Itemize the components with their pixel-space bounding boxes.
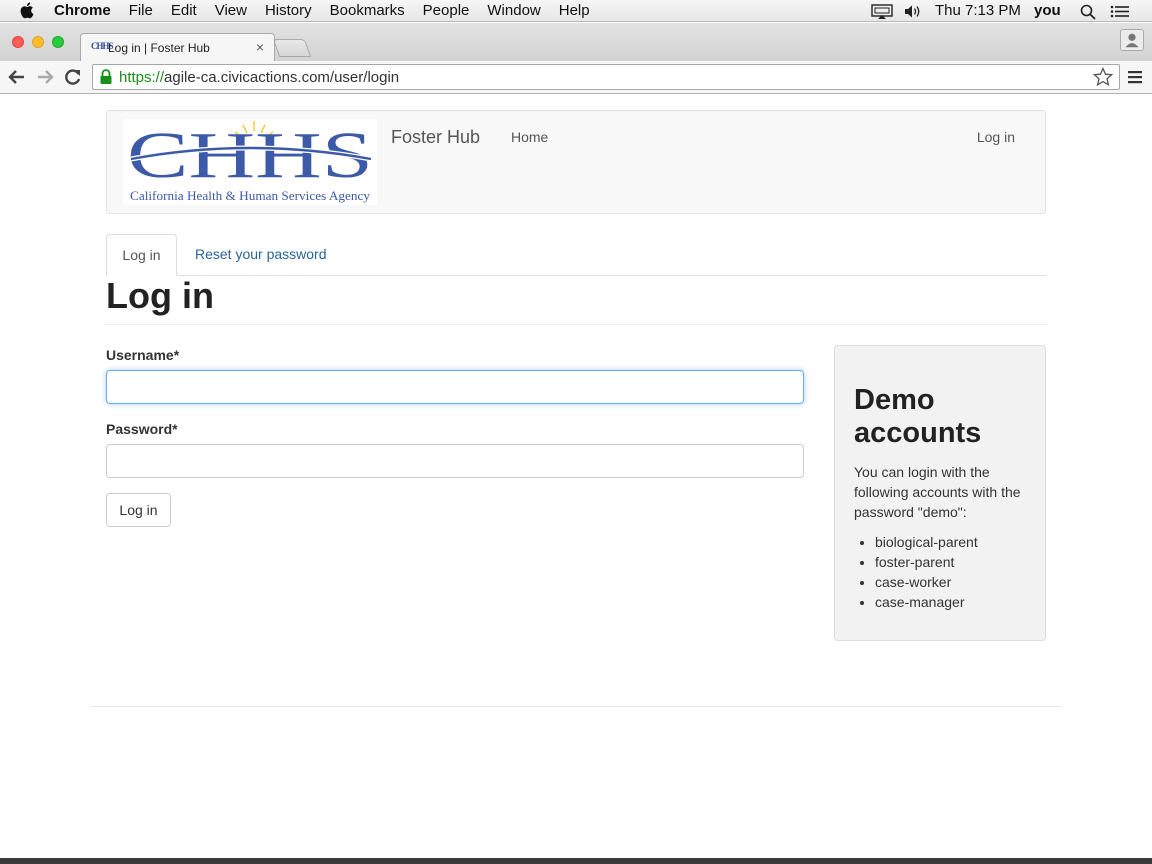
page-viewport: CHHS California Health & Human Services … [0, 95, 1152, 858]
tab-close-icon[interactable]: × [256, 39, 264, 55]
tab-title: Log in | Foster Hub [108, 41, 210, 55]
address-bar[interactable]: https://agile-ca.civicactions.com/user/l… [92, 64, 1120, 90]
menu-history[interactable]: History [265, 0, 312, 22]
password-label: Password* [106, 421, 178, 437]
menu-file[interactable]: File [129, 0, 153, 22]
menu-bookmarks[interactable]: Bookmarks [330, 0, 405, 22]
site-header: CHHS California Health & Human Services … [106, 110, 1046, 214]
url-text: https://agile-ca.civicactions.com/user/l… [119, 69, 399, 86]
site-name-link[interactable]: Foster Hub [391, 127, 480, 148]
chhs-logo[interactable]: CHHS California Health & Human Services … [123, 119, 377, 205]
list-item: biological-parent [875, 532, 978, 552]
list-item: case-worker [875, 572, 978, 592]
menubar-user[interactable]: you [1034, 0, 1061, 22]
window-minimize-button[interactable] [32, 36, 44, 48]
browser-toolbar: https://agile-ca.civicactions.com/user/l… [0, 61, 1152, 94]
macos-menu-bar: Chrome File Edit View History Bookmarks … [0, 0, 1152, 22]
browser-tab-active[interactable]: CHHS Log in | Foster Hub × [80, 33, 275, 61]
forward-arrow-icon[interactable] [35, 67, 55, 87]
browser-tab-strip: CHHS Log in | Foster Hub × [0, 23, 1152, 61]
profile-avatar-icon[interactable] [1120, 29, 1144, 51]
window-close-button[interactable] [12, 36, 24, 48]
url-path: agile-ca.civicactions.com/user/login [164, 69, 400, 86]
password-input[interactable] [106, 444, 804, 478]
footer-divider [91, 706, 1061, 707]
notification-center-icon[interactable] [1110, 5, 1130, 18]
local-tasks-tabs: Log in Reset your password [106, 234, 1046, 276]
logo-caption: California Health & Human Services Agenc… [130, 188, 370, 203]
url-scheme: https:// [119, 69, 165, 86]
tab-reset-password[interactable]: Reset your password [195, 234, 327, 276]
menu-edit[interactable]: Edit [171, 0, 197, 22]
menu-view[interactable]: View [215, 0, 247, 22]
volume-icon[interactable] [903, 4, 923, 19]
username-input[interactable] [106, 370, 804, 404]
spotlight-search-icon[interactable] [1080, 4, 1096, 20]
login-submit-button[interactable]: Log in [106, 493, 171, 527]
chrome-menu-icon[interactable] [1126, 68, 1144, 86]
demo-accounts-panel: Demo accounts You can login with the fol… [834, 345, 1046, 641]
window-bottom-edge [0, 858, 1152, 864]
new-tab-button[interactable] [272, 39, 312, 57]
demo-accounts-title: Demo accounts [854, 384, 982, 449]
nav-login-link[interactable]: Log in [977, 129, 1015, 145]
menu-app-chrome[interactable]: Chrome [54, 0, 111, 22]
menu-people[interactable]: People [423, 0, 470, 22]
tab-log-in[interactable]: Log in [106, 234, 177, 276]
list-item: foster-parent [875, 552, 978, 572]
page-title: Log in [106, 275, 214, 316]
menu-window[interactable]: Window [487, 0, 540, 22]
menu-help[interactable]: Help [559, 0, 590, 22]
apple-menu-icon[interactable] [20, 1, 36, 19]
bookmark-star-icon[interactable] [1093, 67, 1113, 87]
airplay-display-icon[interactable] [870, 4, 894, 20]
username-label: Username* [106, 347, 180, 363]
demo-accounts-list: biological-parent foster-parent case-wor… [875, 532, 978, 612]
list-item: case-manager [875, 592, 978, 612]
title-divider [106, 324, 1046, 325]
demo-accounts-description: You can login with the following account… [854, 464, 1021, 520]
secure-lock-icon [100, 69, 112, 84]
nav-home-link[interactable]: Home [511, 129, 548, 145]
menubar-clock[interactable]: Thu 7:13 PM [935, 0, 1021, 22]
back-arrow-icon[interactable] [7, 67, 27, 87]
window-zoom-button[interactable] [52, 36, 64, 48]
reload-icon[interactable] [63, 67, 83, 87]
